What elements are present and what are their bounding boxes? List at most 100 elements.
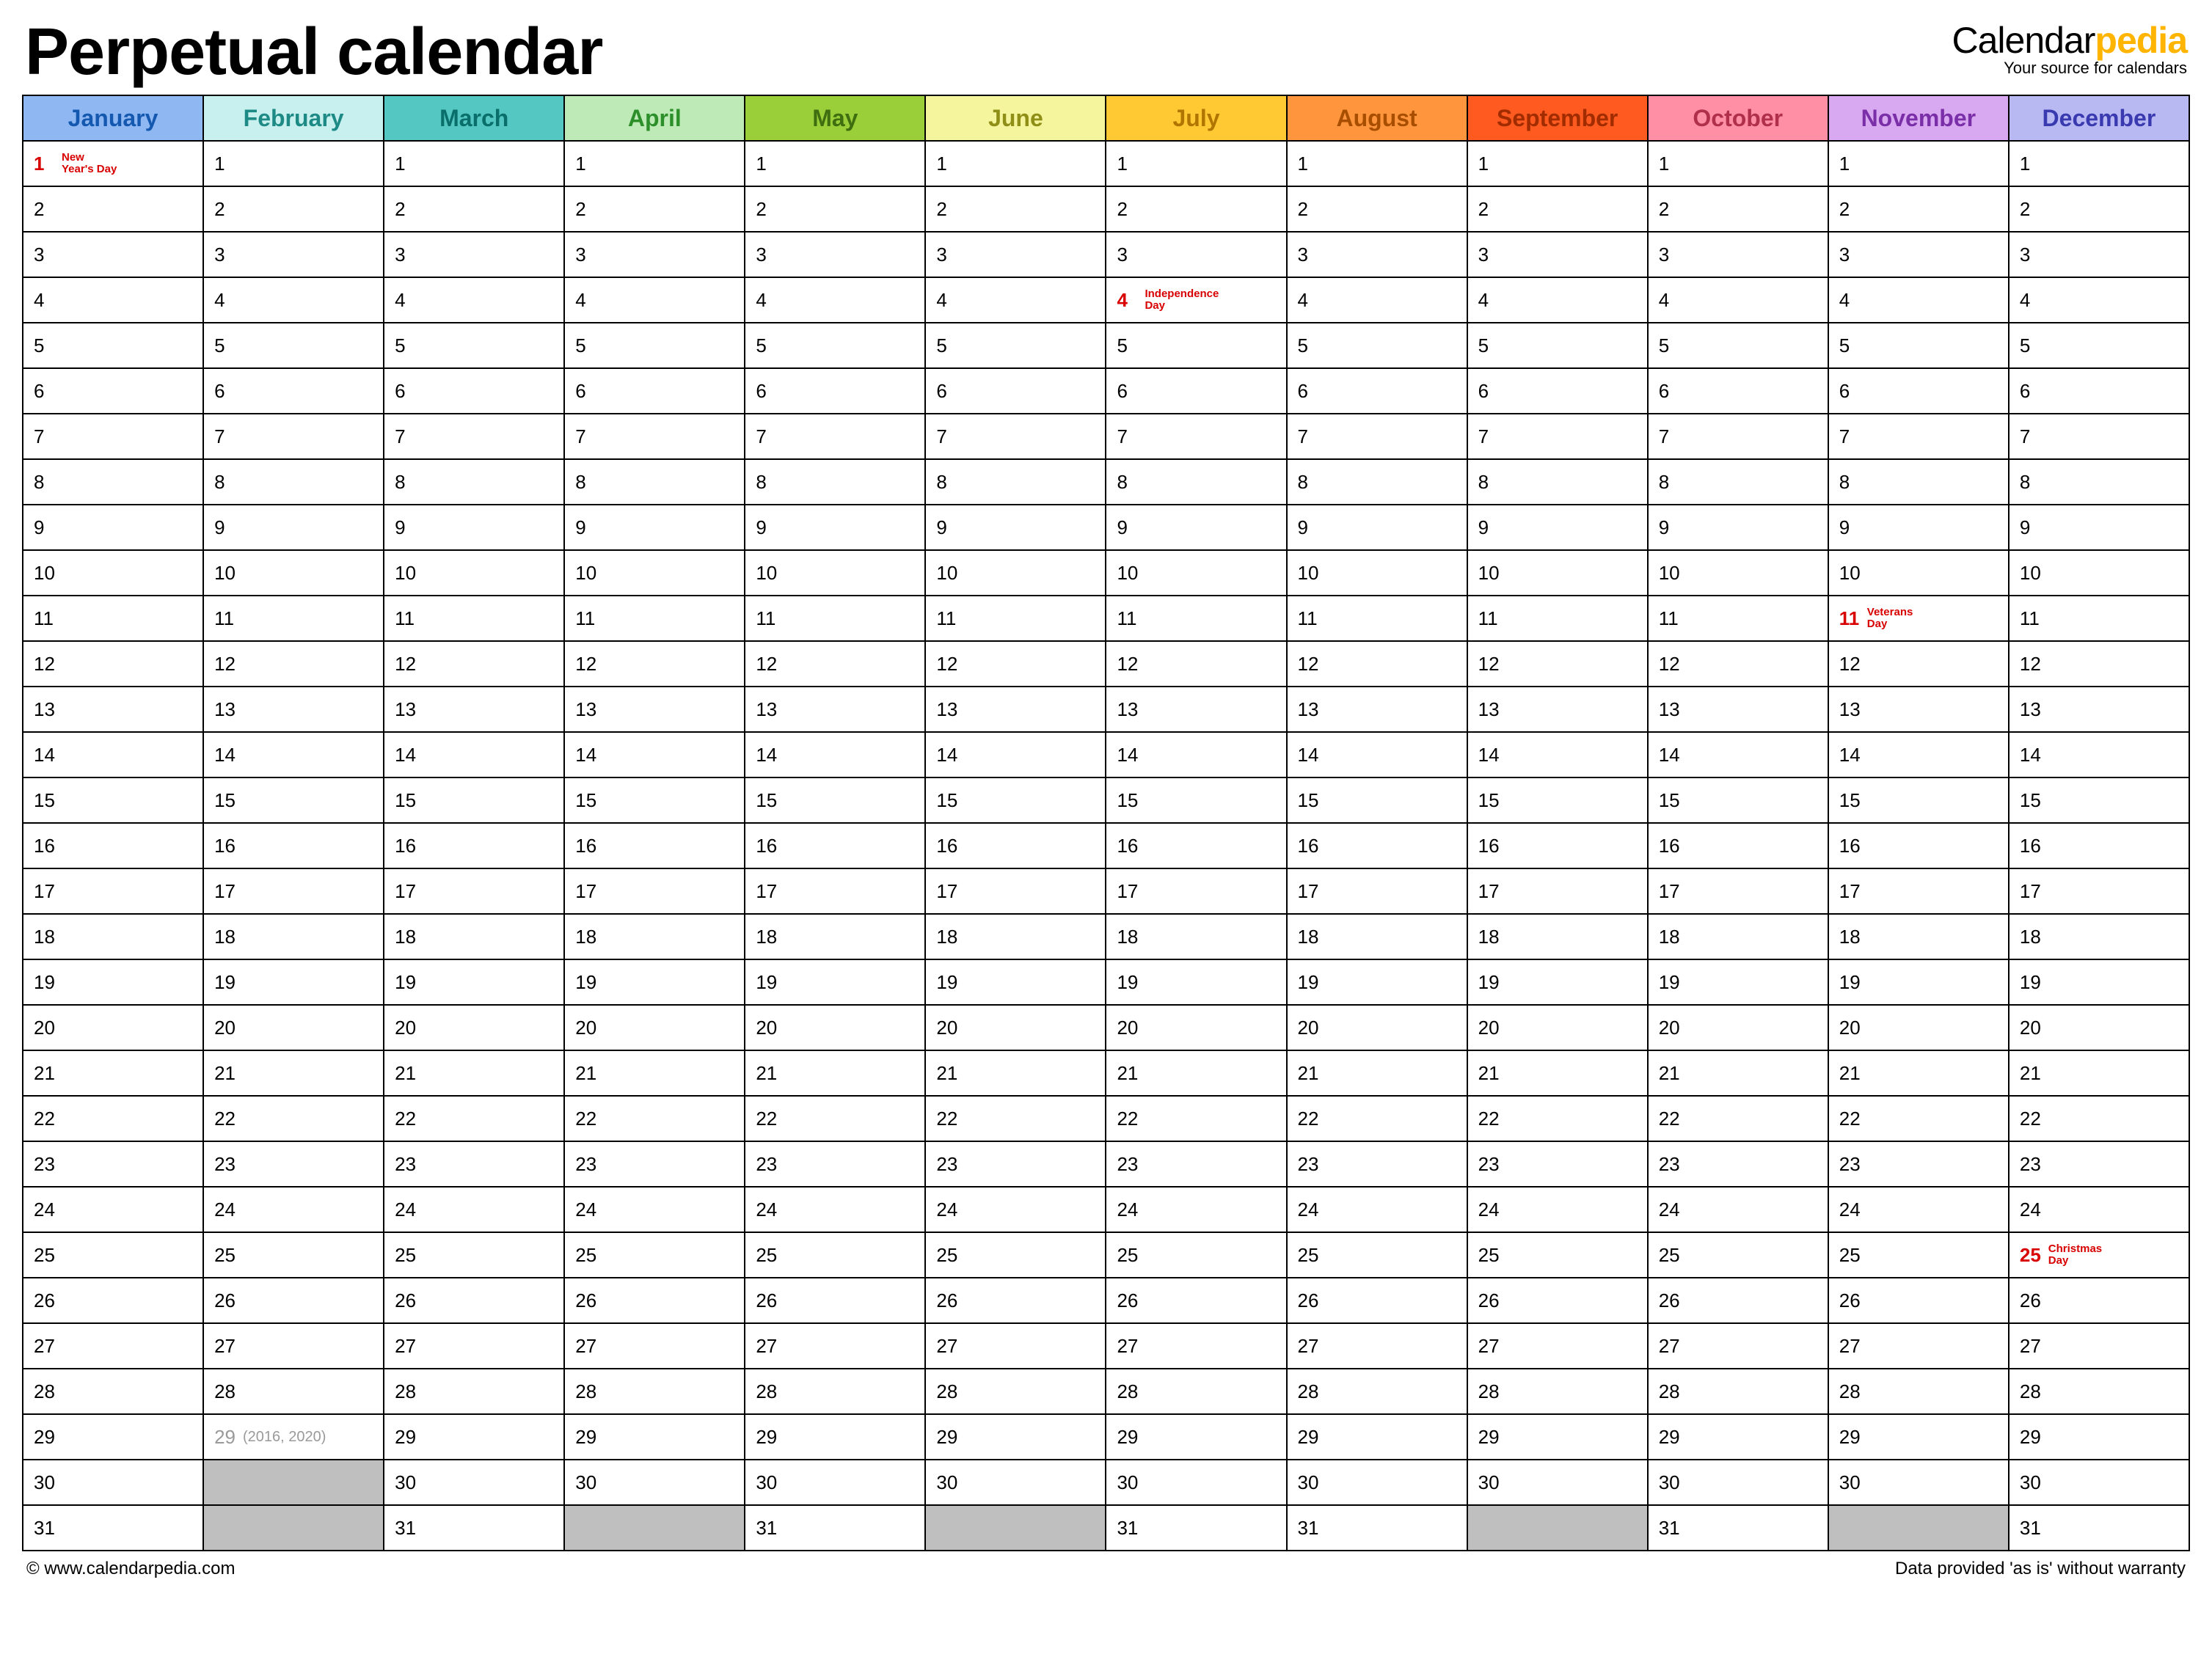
day-cell: 1 — [564, 141, 745, 186]
day-number: 5 — [1298, 334, 1318, 357]
day-number: 29 — [1478, 1426, 1500, 1449]
day-number: 25 — [34, 1244, 55, 1267]
day-number: 1 — [936, 153, 957, 175]
day-cell: 1 — [745, 141, 925, 186]
day-number: 18 — [1298, 926, 1319, 948]
day-number: 6 — [1117, 380, 1137, 403]
day-number: 31 — [34, 1517, 55, 1540]
day-number: 13 — [1117, 698, 1138, 721]
day-number: 16 — [1839, 835, 1861, 857]
day-cell: 30 — [1467, 1460, 1648, 1505]
day-cell: 3 — [203, 232, 384, 277]
table-row: 151515151515151515151515 — [23, 777, 2189, 823]
day-number: 14 — [1478, 744, 1500, 766]
day-cell: 12 — [2009, 641, 2189, 687]
day-cell: 30 — [925, 1460, 1106, 1505]
day-number: 24 — [1298, 1199, 1319, 1221]
day-cell: 18 — [23, 914, 203, 959]
day-cell: 22 — [1467, 1096, 1648, 1141]
month-header: February — [203, 95, 384, 141]
day-cell: 2 — [2009, 186, 2189, 232]
table-row: 212121212121212121212121 — [23, 1050, 2189, 1096]
day-cell: 28 — [23, 1369, 203, 1414]
day-number: 30 — [575, 1471, 596, 1494]
day-cell: 7 — [384, 414, 564, 459]
day-number: 9 — [395, 516, 415, 539]
day-number: 3 — [936, 244, 957, 266]
day-cell: 24 — [1828, 1187, 2009, 1232]
day-number: 15 — [34, 789, 55, 812]
day-number: 19 — [1478, 971, 1500, 994]
day-cell: 27 — [925, 1323, 1106, 1369]
table-row: 888888888888 — [23, 459, 2189, 505]
day-cell: 22 — [1648, 1096, 1828, 1141]
day-number: 3 — [395, 244, 415, 266]
day-number: 5 — [395, 334, 415, 357]
day-number: 22 — [1839, 1108, 1861, 1130]
day-cell: 6 — [2009, 368, 2189, 414]
table-row: 222222222222222222222222 — [23, 1096, 2189, 1141]
day-cell: 8 — [384, 459, 564, 505]
day-cell: 7 — [1106, 414, 1286, 459]
day-number: 28 — [214, 1380, 236, 1403]
day-number: 16 — [2020, 835, 2041, 857]
table-row: 2929(2016, 2020)29292929292929292929 — [23, 1414, 2189, 1460]
day-number: 12 — [756, 653, 777, 676]
day-cell: 22 — [925, 1096, 1106, 1141]
day-cell: 22 — [745, 1096, 925, 1141]
day-number: 5 — [1659, 334, 1679, 357]
day-number: 28 — [34, 1380, 55, 1403]
table-row: 121212121212121212121212 — [23, 641, 2189, 687]
day-number: 24 — [395, 1199, 416, 1221]
day-cell: 21 — [745, 1050, 925, 1096]
day-number: 1 — [575, 153, 596, 175]
day-cell: 7 — [203, 414, 384, 459]
day-cell: 20 — [203, 1005, 384, 1050]
day-number: 17 — [756, 880, 777, 903]
day-cell: 21 — [1467, 1050, 1648, 1096]
day-number: 2 — [1839, 198, 1860, 221]
table-row: 1NewYear's Day11111111111 — [23, 141, 2189, 186]
day-number: 16 — [1298, 835, 1319, 857]
day-number: 25 — [1117, 1244, 1138, 1267]
day-cell: 29 — [1828, 1414, 2009, 1460]
day-cell: 28 — [1106, 1369, 1286, 1414]
day-number: 15 — [1117, 789, 1138, 812]
day-cell: 2 — [745, 186, 925, 232]
day-cell: 18 — [2009, 914, 2189, 959]
day-cell: 17 — [203, 868, 384, 914]
day-cell: 15 — [384, 777, 564, 823]
day-cell: 24 — [1648, 1187, 1828, 1232]
day-number: 23 — [2020, 1153, 2041, 1176]
day-number: 29 — [395, 1426, 416, 1449]
day-cell: 12 — [23, 641, 203, 687]
day-cell: 13 — [745, 687, 925, 732]
day-cell: 10 — [1648, 550, 1828, 596]
day-number: 23 — [575, 1153, 596, 1176]
day-cell: 16 — [1828, 823, 2009, 868]
day-number: 23 — [1298, 1153, 1319, 1176]
day-number: 22 — [1298, 1108, 1319, 1130]
day-number: 23 — [214, 1153, 236, 1176]
day-cell: 24 — [1287, 1187, 1467, 1232]
day-cell: 18 — [1106, 914, 1286, 959]
table-row: 161616161616161616161616 — [23, 823, 2189, 868]
day-cell: 20 — [1287, 1005, 1467, 1050]
day-cell: 3 — [1106, 232, 1286, 277]
day-number: 26 — [1659, 1289, 1680, 1312]
day-cell: 15 — [1287, 777, 1467, 823]
day-number: 18 — [1478, 926, 1500, 948]
day-number: 2 — [1298, 198, 1318, 221]
day-cell: 12 — [925, 641, 1106, 687]
table-row: 181818181818181818181818 — [23, 914, 2189, 959]
day-cell: 12 — [1648, 641, 1828, 687]
day-cell: 16 — [23, 823, 203, 868]
day-number: 27 — [2020, 1335, 2041, 1358]
day-number: 10 — [34, 562, 55, 585]
day-number: 2 — [395, 198, 415, 221]
day-number: 26 — [575, 1289, 596, 1312]
day-number: 21 — [34, 1062, 55, 1085]
day-cell: 6 — [1648, 368, 1828, 414]
day-number: 11 — [395, 607, 415, 630]
day-cell: 5 — [203, 323, 384, 368]
